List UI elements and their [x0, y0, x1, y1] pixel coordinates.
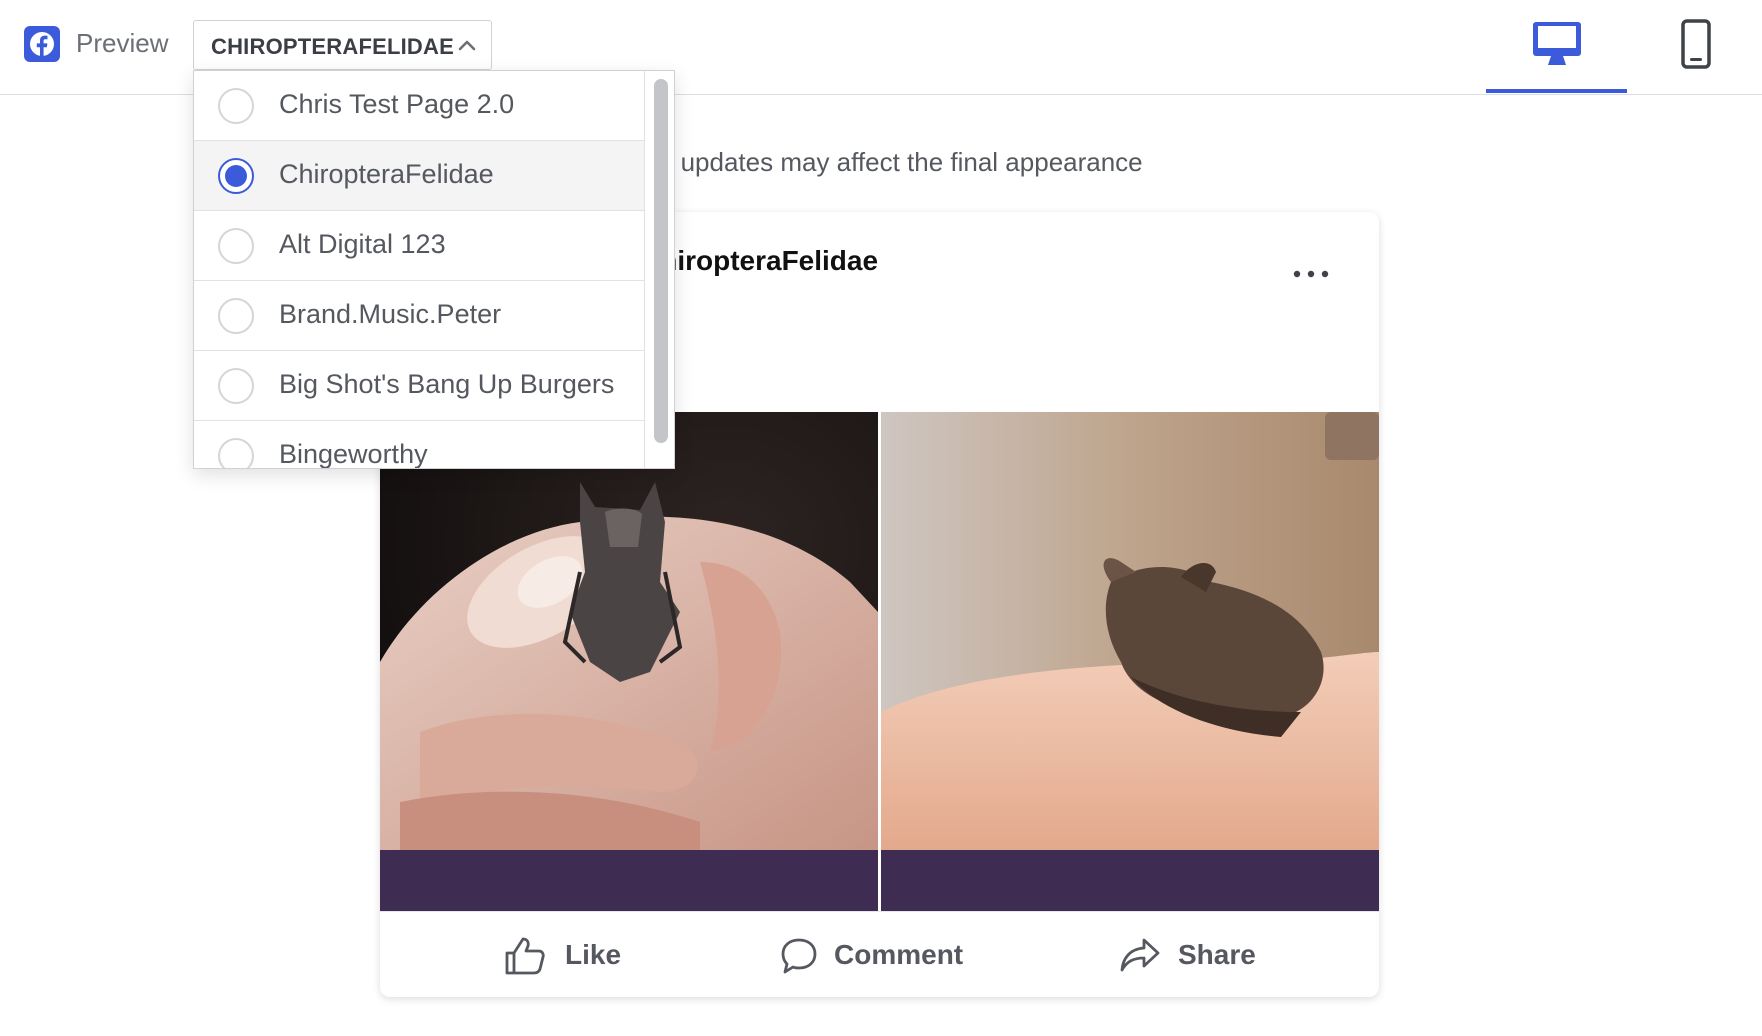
dropdown-scrollbar[interactable] — [644, 71, 674, 468]
radio-button[interactable] — [218, 438, 254, 468]
radio-button[interactable] — [218, 298, 254, 334]
page-option[interactable]: Bingeworthy — [194, 421, 644, 469]
page-option[interactable]: Brand.Music.Peter — [194, 281, 644, 351]
page-option[interactable]: Big Shot's Bang Up Burgers — [194, 351, 644, 421]
post-action-bar: Like Comment Share — [380, 911, 1379, 997]
page-option[interactable]: Alt Digital 123 — [194, 211, 644, 281]
page-select-menu: Chris Test Page 2.0 ChiropteraFelidae Al… — [193, 70, 675, 469]
page-select-value: CHIROPTERAFELIDAE — [211, 34, 454, 59]
radio-dot — [225, 165, 247, 187]
page-option-label: Brand.Music.Peter — [279, 299, 502, 329]
mobile-phone-icon — [1681, 19, 1711, 69]
comment-bubble-icon — [781, 938, 817, 974]
page-option-label: Bingeworthy — [279, 439, 428, 469]
radio-button[interactable] — [218, 228, 254, 264]
post-page-name: ChiropteraFelidae — [640, 245, 879, 276]
more-options-icon[interactable] — [1291, 268, 1331, 280]
page-option-label: ChiropteraFelidae — [279, 159, 494, 189]
mobile-preview-tab[interactable] — [1627, 0, 1762, 93]
facebook-logo-icon — [24, 26, 60, 62]
page-option-selected[interactable]: ChiropteraFelidae — [194, 141, 644, 211]
chevron-up-icon — [458, 40, 476, 51]
desktop-icon — [1533, 22, 1581, 65]
radio-button[interactable] — [218, 88, 254, 124]
radio-button[interactable] — [218, 368, 254, 404]
comment-label: Comment — [834, 939, 964, 970]
like-button[interactable]: Like — [505, 912, 725, 997]
page-option-label: Chris Test Page 2.0 — [279, 89, 515, 119]
page-option[interactable]: Chris Test Page 2.0 — [194, 71, 644, 141]
share-button[interactable]: Share — [1120, 912, 1320, 997]
bat-on-finger-photo — [881, 412, 1379, 911]
share-arrow-icon — [1120, 938, 1160, 972]
page-select-dropdown[interactable]: CHIROPTERAFELIDAE — [193, 20, 492, 70]
bat-held-in-fingers-photo — [380, 412, 878, 911]
page-option-label: Big Shot's Bang Up Burgers — [279, 369, 615, 399]
share-label: Share — [1178, 939, 1256, 970]
like-label: Like — [565, 939, 622, 970]
thumbs-up-icon — [505, 937, 545, 975]
desktop-preview-tab[interactable] — [1486, 0, 1627, 93]
radio-button-checked[interactable] — [218, 158, 254, 194]
preview-title: Preview — [76, 28, 169, 58]
photo-caption-bar — [380, 850, 878, 911]
page-option-label: Alt Digital 123 — [279, 229, 446, 259]
comment-button[interactable]: Comment — [780, 912, 1030, 997]
photo-caption-bar — [881, 850, 1379, 911]
scrollbar-thumb[interactable] — [654, 79, 668, 443]
